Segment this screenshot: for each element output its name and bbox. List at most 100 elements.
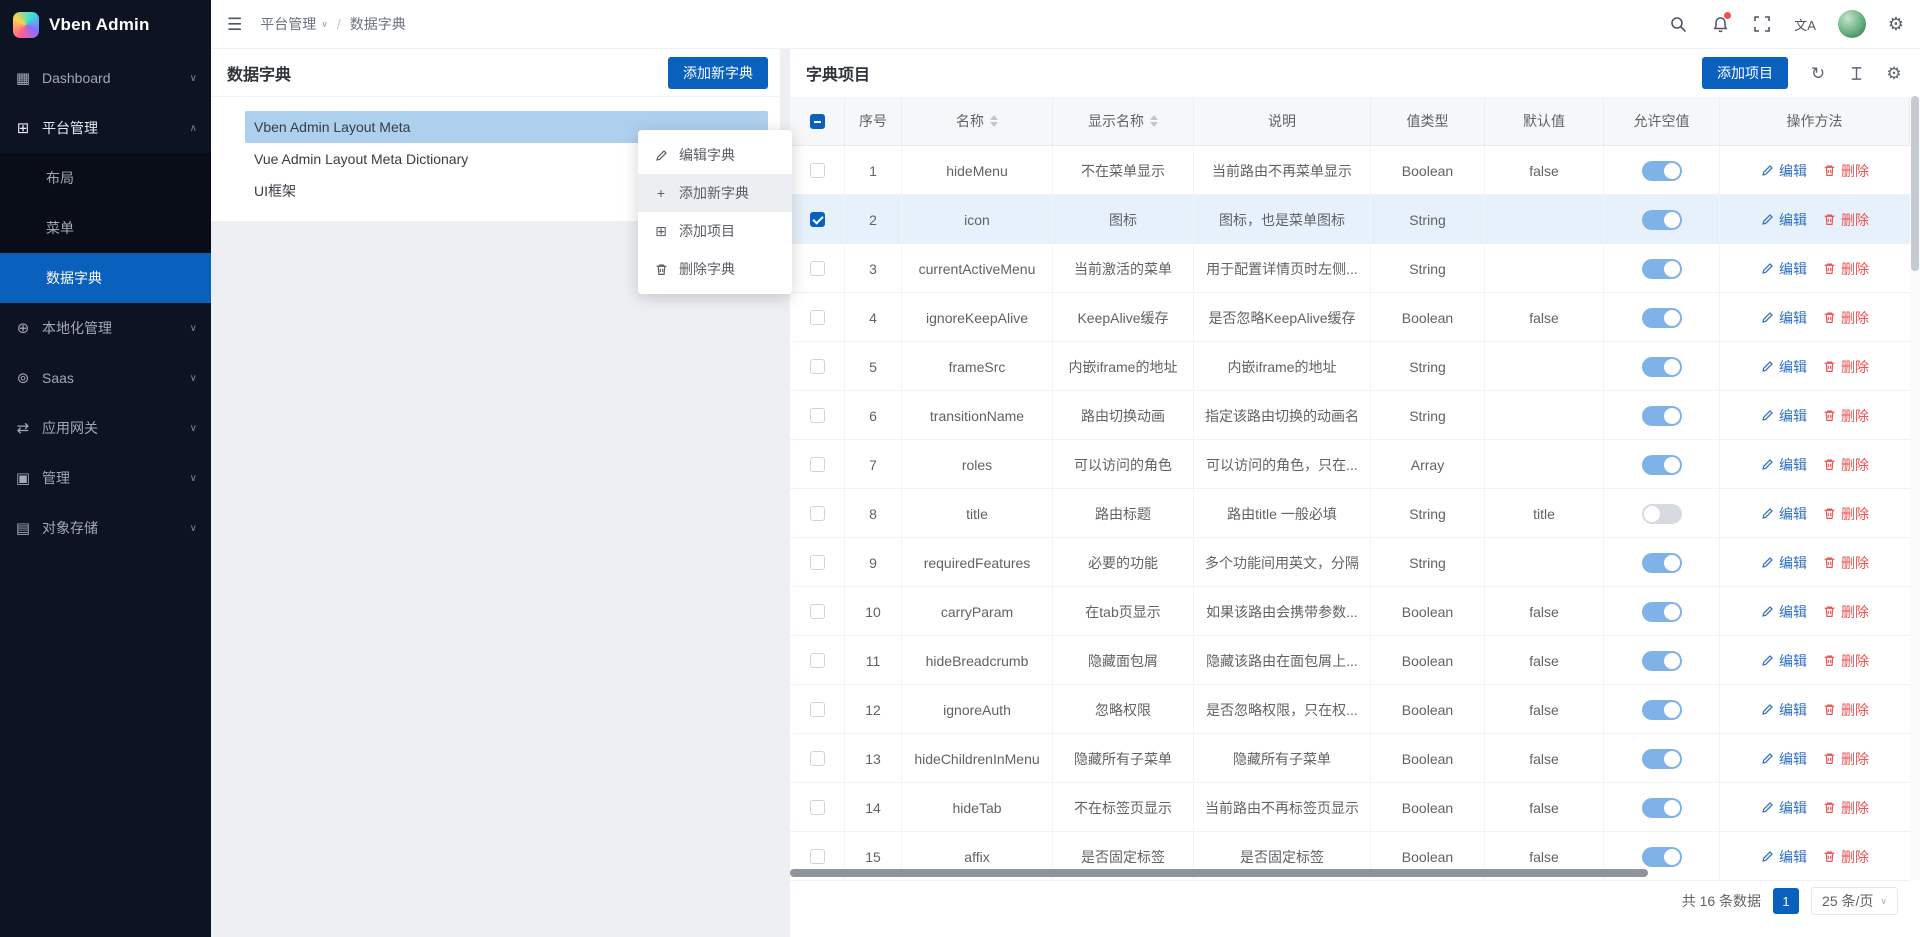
row-checkbox[interactable] — [810, 261, 825, 276]
sidebar-item[interactable]: 菜单 — [0, 203, 211, 253]
table-column-header[interactable]: 说明 — [1194, 97, 1371, 145]
row-checkbox[interactable] — [810, 800, 825, 815]
allow-empty-toggle[interactable] — [1642, 357, 1682, 377]
allow-empty-toggle[interactable] — [1642, 161, 1682, 181]
delete-row-link[interactable]: 删除 — [1823, 406, 1869, 426]
edit-row-link[interactable]: 编辑 — [1761, 210, 1807, 230]
edit-row-link[interactable]: 编辑 — [1761, 504, 1807, 524]
row-checkbox[interactable] — [810, 849, 825, 864]
edit-row-link[interactable]: 编辑 — [1761, 406, 1807, 426]
notification-bell-icon[interactable] — [1710, 14, 1730, 34]
context-menu-edit-dictionary[interactable]: 编辑字典 — [638, 136, 792, 174]
horizontal-scrollbar-thumb[interactable] — [790, 869, 1648, 877]
add-item-button[interactable]: 添加项目 — [1702, 57, 1788, 89]
edit-row-link[interactable]: 编辑 — [1761, 798, 1807, 818]
edit-row-link[interactable]: 编辑 — [1761, 455, 1807, 475]
column-settings-gear-icon[interactable]: ⚙ — [1884, 65, 1904, 82]
sidebar-item[interactable]: 布局 — [0, 153, 211, 203]
allow-empty-toggle[interactable] — [1642, 504, 1682, 524]
allow-empty-toggle[interactable] — [1642, 749, 1682, 769]
delete-row-link[interactable]: 删除 — [1823, 847, 1869, 867]
allow-empty-toggle[interactable] — [1642, 651, 1682, 671]
delete-row-link[interactable]: 删除 — [1823, 504, 1869, 524]
allow-empty-toggle[interactable] — [1642, 210, 1682, 230]
delete-row-link[interactable]: 删除 — [1823, 161, 1869, 181]
delete-row-link[interactable]: 删除 — [1823, 210, 1869, 230]
row-height-icon[interactable] — [1846, 66, 1866, 81]
edit-row-link[interactable]: 编辑 — [1761, 308, 1807, 328]
vertical-scrollbar-thumb[interactable] — [1911, 96, 1919, 271]
sidebar-item[interactable]: ⊕ 本地化管理 ∨ — [0, 303, 211, 353]
edit-row-link[interactable]: 编辑 — [1761, 749, 1807, 769]
add-dictionary-button[interactable]: 添加新字典 — [668, 57, 768, 89]
delete-row-link[interactable]: 删除 — [1823, 651, 1869, 671]
row-checkbox[interactable] — [810, 702, 825, 717]
select-all-checkbox[interactable] — [810, 114, 825, 129]
table-column-header[interactable]: 允许空值 — [1604, 97, 1720, 145]
sidebar-item[interactable]: ⇄ 应用网关 ∨ — [0, 403, 211, 453]
delete-row-link[interactable]: 删除 — [1823, 553, 1869, 573]
row-checkbox[interactable] — [810, 408, 825, 423]
sidebar-item[interactable]: ⊚ Saas ∨ — [0, 353, 211, 403]
search-icon[interactable] — [1668, 14, 1688, 34]
row-checkbox[interactable] — [810, 212, 825, 227]
delete-row-link[interactable]: 删除 — [1823, 455, 1869, 475]
sidebar-item[interactable]: ▤ 对象存储 ∨ — [0, 503, 211, 553]
sidebar-collapse-icon[interactable]: ☰ — [227, 16, 242, 33]
allow-empty-toggle[interactable] — [1642, 406, 1682, 426]
delete-row-link[interactable]: 删除 — [1823, 749, 1869, 769]
allow-empty-toggle[interactable] — [1642, 455, 1682, 475]
delete-row-link[interactable]: 删除 — [1823, 798, 1869, 818]
edit-row-link[interactable]: 编辑 — [1761, 847, 1807, 867]
row-checkbox[interactable] — [810, 163, 825, 178]
delete-row-link[interactable]: 删除 — [1823, 602, 1869, 622]
table-column-header[interactable]: 操作方法 — [1720, 97, 1910, 145]
edit-row-link[interactable]: 编辑 — [1761, 651, 1807, 671]
edit-row-link[interactable]: 编辑 — [1761, 700, 1807, 720]
allow-empty-toggle[interactable] — [1642, 259, 1682, 279]
row-checkbox[interactable] — [810, 653, 825, 668]
edit-row-link[interactable]: 编辑 — [1761, 259, 1807, 279]
sidebar-item[interactable]: ▣ 管理 ∨ — [0, 453, 211, 503]
page-size-select[interactable]: 25 条/页 ∨ — [1811, 887, 1898, 915]
row-checkbox[interactable] — [810, 359, 825, 374]
allow-empty-toggle[interactable] — [1642, 602, 1682, 622]
edit-row-link[interactable]: 编辑 — [1761, 357, 1807, 377]
settings-gear-icon[interactable]: ⚙ — [1888, 15, 1904, 33]
breadcrumb-item-dictionary[interactable]: 数据字典 — [350, 14, 406, 34]
allow-empty-toggle[interactable] — [1642, 798, 1682, 818]
delete-row-link[interactable]: 删除 — [1823, 308, 1869, 328]
language-switch-icon[interactable]: 文A — [1794, 15, 1816, 34]
delete-row-link[interactable]: 删除 — [1823, 357, 1869, 377]
edit-row-link[interactable]: 编辑 — [1761, 553, 1807, 573]
row-checkbox[interactable] — [810, 506, 825, 521]
allow-empty-toggle[interactable] — [1642, 847, 1682, 867]
row-checkbox[interactable] — [810, 310, 825, 325]
breadcrumb-item-platform[interactable]: 平台管理 ∨ — [260, 14, 328, 34]
edit-row-link[interactable]: 编辑 — [1761, 161, 1807, 181]
sidebar-item[interactable]: ⊞ 平台管理 ∧ — [0, 103, 211, 153]
row-checkbox[interactable] — [810, 604, 825, 619]
row-checkbox[interactable] — [810, 555, 825, 570]
sidebar-item[interactable]: ▦ Dashboard ∨ — [0, 53, 211, 103]
logo[interactable]: Vben Admin — [0, 0, 211, 49]
user-avatar[interactable] — [1838, 10, 1866, 38]
context-menu-add-dictionary[interactable]: + 添加新字典 — [638, 174, 792, 212]
allow-empty-toggle[interactable] — [1642, 308, 1682, 328]
delete-row-link[interactable]: 删除 — [1823, 700, 1869, 720]
row-checkbox[interactable] — [810, 457, 825, 472]
delete-row-link[interactable]: 删除 — [1823, 259, 1869, 279]
sort-icon[interactable] — [1150, 115, 1158, 127]
table-column-header[interactable]: 值类型 — [1371, 97, 1485, 145]
sort-icon[interactable] — [990, 115, 998, 127]
pagination-page-1[interactable]: 1 — [1773, 888, 1799, 914]
table-column-header[interactable]: 序号 — [845, 97, 902, 145]
allow-empty-toggle[interactable] — [1642, 700, 1682, 720]
table-column-header[interactable]: 名称 — [902, 97, 1053, 145]
context-menu-delete-dictionary[interactable]: 删除字典 — [638, 250, 792, 288]
fullscreen-icon[interactable] — [1752, 14, 1772, 34]
allow-empty-toggle[interactable] — [1642, 553, 1682, 573]
context-menu-add-item[interactable]: ⊞ 添加项目 — [638, 212, 792, 250]
refresh-icon[interactable]: ↻ — [1808, 65, 1828, 82]
table-column-header[interactable]: 显示名称 — [1053, 97, 1194, 145]
